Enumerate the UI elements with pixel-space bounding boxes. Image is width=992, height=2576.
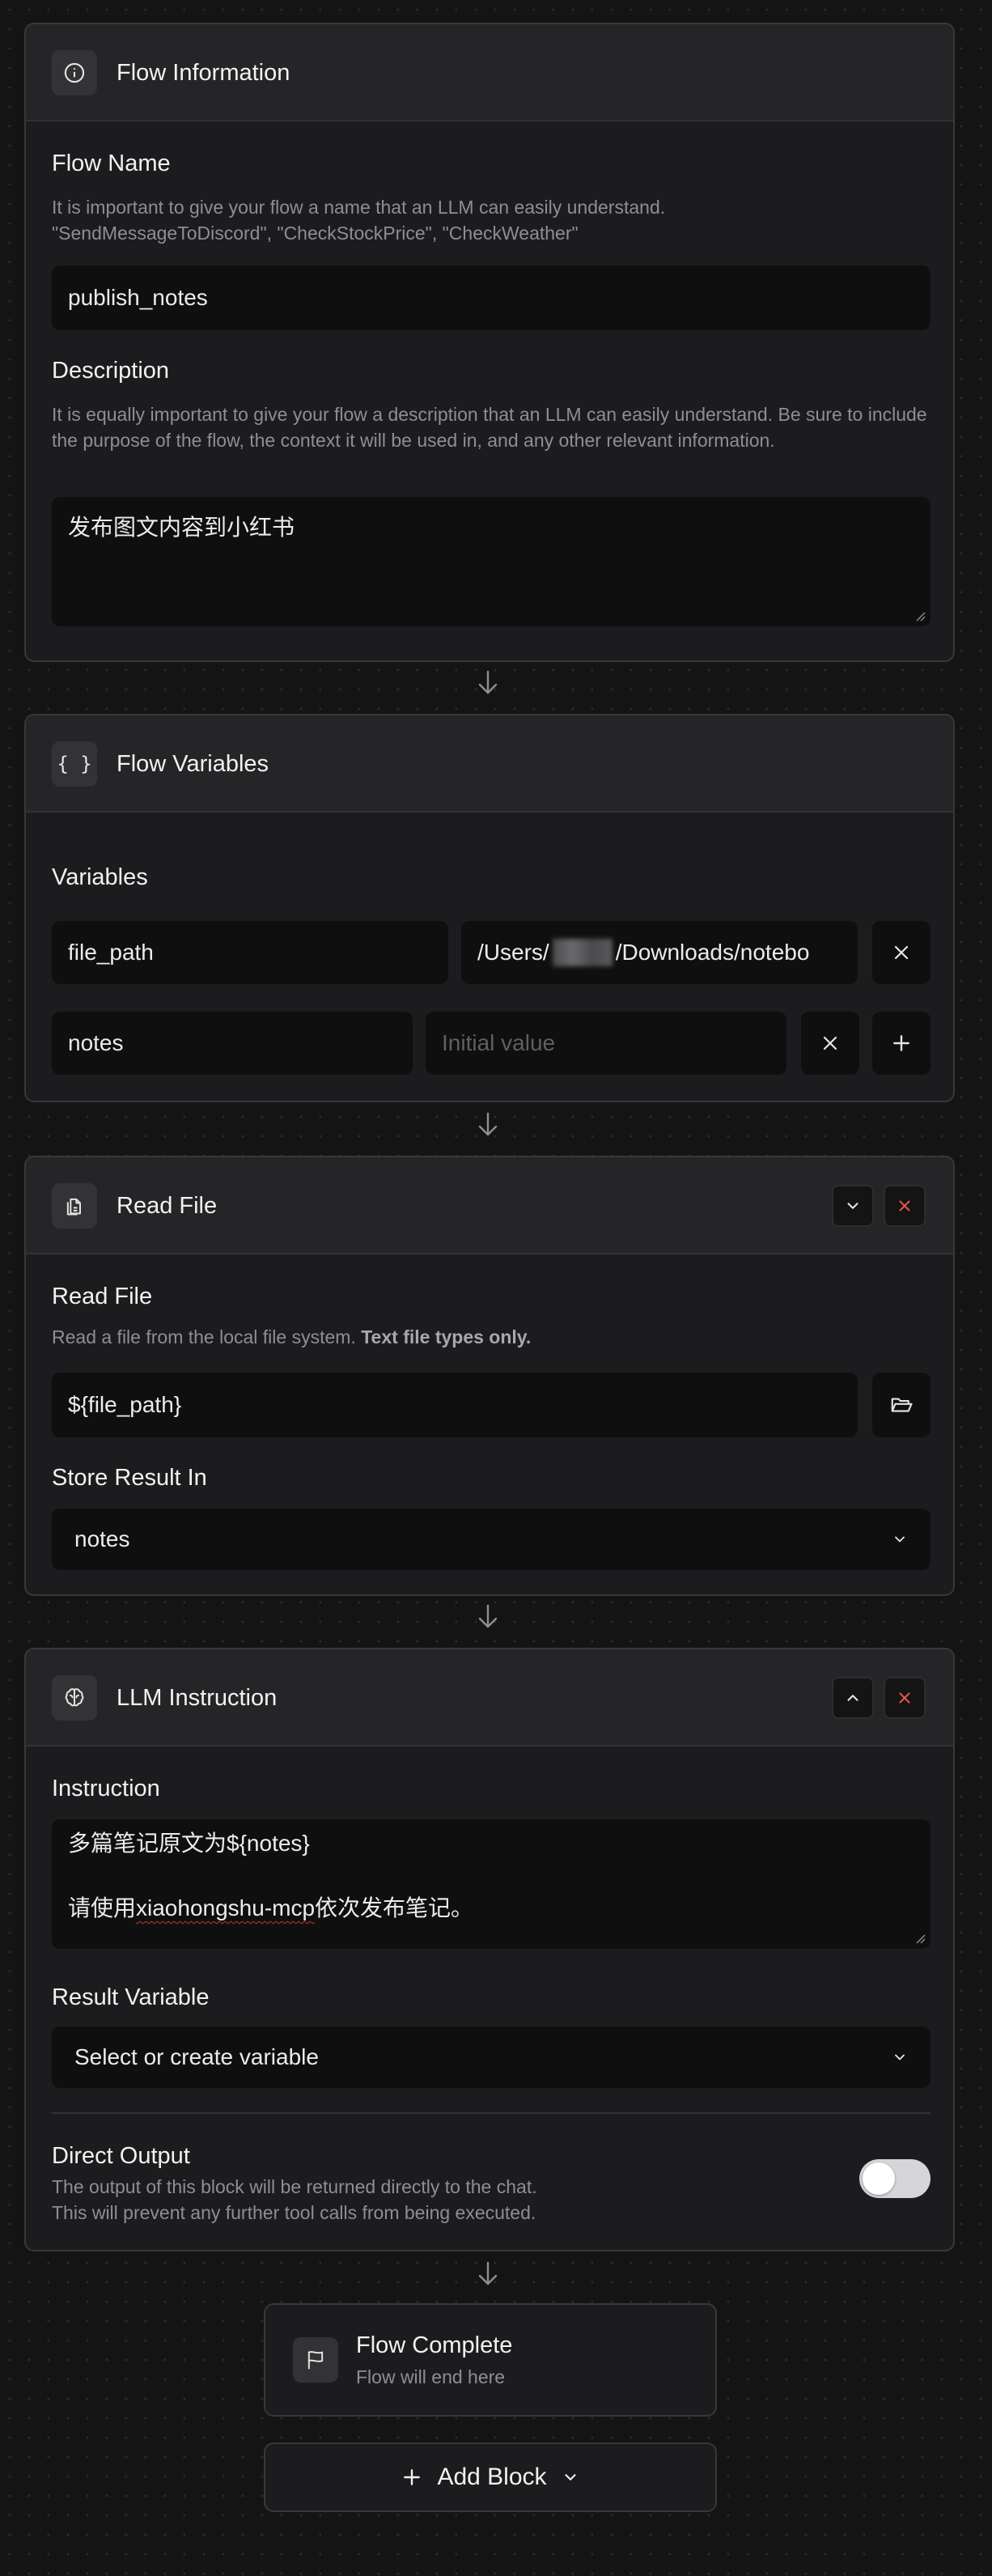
instruction-text: 请使用 bbox=[68, 1895, 137, 1920]
llm-instruction-header: LLM Instruction bbox=[26, 1649, 953, 1746]
flow-complete-title: Flow Complete bbox=[356, 2332, 513, 2358]
flow-name-help: It is important to give your flow a name… bbox=[52, 194, 934, 246]
result-variable-select[interactable]: Select or create variable bbox=[52, 2026, 931, 2088]
read-file-help-text: Read a file from the local file system. bbox=[52, 1326, 356, 1347]
variable-value-input[interactable]: /Users/ /Downloads/notebo bbox=[461, 921, 858, 984]
read-file-help: Read a file from the local file system. … bbox=[52, 1324, 934, 1350]
direct-output-help: The output of this block will be returne… bbox=[52, 2174, 780, 2226]
chevron-down-icon bbox=[895, 1536, 905, 1543]
folder-open-icon bbox=[891, 1398, 913, 1412]
chevron-down-icon bbox=[847, 1203, 858, 1209]
instruction-line: 多篇笔记原文为${notes} bbox=[68, 1831, 310, 1856]
flow-name-input[interactable]: publish_notes bbox=[52, 265, 931, 330]
flow-information-title: Flow Information bbox=[117, 59, 290, 86]
section-divider bbox=[52, 2112, 931, 2114]
description-help: It is equally important to give your flo… bbox=[52, 404, 927, 451]
arrow-down-icon bbox=[478, 1112, 498, 1136]
read-file-card: Read File Read File Read a file from the… bbox=[24, 1156, 955, 1596]
flow-variables-card: { } Flow Variables Variables file_path /… bbox=[24, 714, 955, 1102]
direct-output-label: Direct Output bbox=[52, 2143, 190, 2169]
toggle-knob bbox=[863, 2162, 895, 2195]
llm-instruction-card: LLM Instruction Instruction 多篇笔记原文为${not… bbox=[24, 1648, 955, 2251]
add-block-label: Add Block bbox=[437, 2464, 547, 2490]
plus-icon bbox=[404, 2469, 421, 2485]
instruction-blank-line bbox=[68, 1860, 914, 1892]
flow-information-card: Flow Information Flow Name It is importa… bbox=[24, 23, 955, 662]
close-icon bbox=[899, 1692, 910, 1704]
collapse-button[interactable] bbox=[832, 1185, 874, 1227]
read-file-help-bold: Text file types only. bbox=[361, 1326, 532, 1347]
read-file-label: Read File bbox=[52, 1284, 153, 1309]
flow-variables-title: Flow Variables bbox=[117, 750, 269, 777]
spellcheck-word: xiaohongshu-mcp bbox=[136, 1895, 316, 1920]
add-variable-button[interactable] bbox=[872, 1012, 931, 1075]
expand-button[interactable] bbox=[832, 1677, 874, 1719]
close-icon bbox=[894, 945, 909, 960]
description-label: Description bbox=[52, 358, 170, 384]
remove-variable-button[interactable] bbox=[801, 1012, 859, 1075]
arrow-down-icon bbox=[478, 1604, 498, 1628]
flow-complete-subtitle: Flow will end here bbox=[356, 2366, 506, 2387]
flow-complete-node: Flow Complete Flow will end here bbox=[264, 2303, 717, 2417]
arrow-down-icon bbox=[478, 670, 498, 694]
flow-name-label: Flow Name bbox=[52, 151, 171, 176]
braces-icon: { } bbox=[52, 741, 97, 787]
llm-instruction-title: LLM Instruction bbox=[117, 1684, 278, 1711]
instruction-line: 请使用xiaohongshu-mcp依次发布笔记。 bbox=[68, 1892, 914, 1925]
read-file-header: Read File bbox=[26, 1157, 953, 1254]
delete-block-button[interactable] bbox=[884, 1677, 926, 1719]
store-result-select[interactable]: notes bbox=[52, 1509, 931, 1570]
read-file-title: Read File bbox=[117, 1192, 218, 1219]
chevron-down-icon bbox=[895, 2054, 905, 2060]
redacted-username bbox=[552, 939, 613, 966]
flow-name-help-line2: "SendMessageToDiscord", "CheckStockPrice… bbox=[52, 223, 579, 244]
arrow-down-icon bbox=[478, 2261, 498, 2285]
close-icon bbox=[823, 1036, 837, 1050]
flag-icon bbox=[293, 2337, 338, 2383]
flow-information-header: Flow Information bbox=[26, 24, 953, 121]
flow-name-help-line1: It is important to give your flow a name… bbox=[52, 197, 666, 218]
result-variable-label: Result Variable bbox=[52, 1984, 210, 2010]
file-path-input[interactable]: ${file_path} bbox=[52, 1373, 858, 1437]
description-text: 发布图文内容到小红书 bbox=[68, 515, 295, 540]
variable-value-suffix: /Downloads/notebo bbox=[615, 940, 810, 965]
variable-name-input[interactable]: file_path bbox=[52, 921, 448, 984]
close-icon bbox=[899, 1200, 910, 1212]
remove-variable-button[interactable] bbox=[872, 921, 931, 984]
file-icon bbox=[52, 1183, 97, 1229]
info-icon bbox=[52, 50, 97, 95]
direct-output-help-line1: The output of this block will be returne… bbox=[52, 2176, 537, 2197]
add-block-button[interactable]: Add Block bbox=[264, 2442, 717, 2512]
brain-icon bbox=[52, 1675, 97, 1721]
variable-value-prefix: /Users/ bbox=[477, 940, 549, 965]
result-variable-value: Select or create variable bbox=[74, 2044, 319, 2069]
variables-label: Variables bbox=[52, 864, 148, 890]
instruction-textarea[interactable]: 多篇笔记原文为${notes} 请使用xiaohongshu-mcp依次发布笔记… bbox=[52, 1819, 931, 1949]
instruction-text: 依次发布笔记。 bbox=[315, 1895, 474, 1920]
delete-block-button[interactable] bbox=[884, 1185, 926, 1227]
plus-icon bbox=[893, 1035, 909, 1051]
instruction-label: Instruction bbox=[52, 1776, 160, 1802]
variable-name-input[interactable]: notes bbox=[52, 1012, 413, 1075]
store-result-label: Store Result In bbox=[52, 1465, 207, 1491]
direct-output-toggle[interactable] bbox=[859, 2159, 931, 2198]
browse-file-button[interactable] bbox=[872, 1373, 931, 1437]
resize-handle-icon[interactable] bbox=[914, 610, 926, 622]
description-textarea[interactable]: 发布图文内容到小红书 bbox=[52, 497, 931, 626]
braces-icon-glyph: { } bbox=[57, 753, 92, 775]
store-result-value: notes bbox=[74, 1526, 130, 1551]
chevron-down-icon bbox=[565, 2474, 576, 2481]
resize-handle-icon[interactable] bbox=[914, 1933, 926, 1944]
variable-value-input[interactable]: Initial value bbox=[426, 1012, 786, 1075]
flow-variables-header: { } Flow Variables bbox=[26, 715, 953, 813]
direct-output-help-line2: This will prevent any further tool calls… bbox=[52, 2202, 536, 2223]
chevron-up-icon bbox=[847, 1695, 858, 1701]
